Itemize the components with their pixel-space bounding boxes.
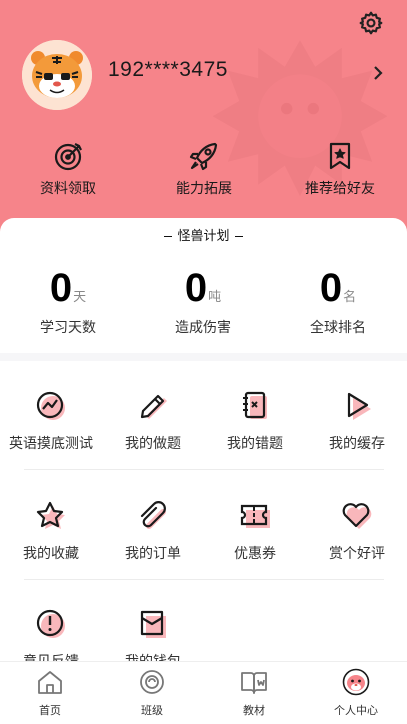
plan-stats-card: 怪兽计划 0天 学习天数 0吨 造成伤害 0名 全球排名: [0, 218, 407, 353]
menu-item-coupons[interactable]: 优惠券: [204, 499, 306, 579]
menu-item-label: 我的错题: [227, 436, 283, 452]
tab-class[interactable]: 班级: [112, 668, 192, 720]
stat-value: 0: [184, 266, 208, 310]
menu-item-label: 我的订单: [125, 546, 181, 562]
quick-action-ability[interactable]: 能力拓展: [144, 140, 264, 200]
pencil-icon: [140, 394, 167, 419]
bottom-tab-bar: 首页 班级 教材 个人中心: [0, 661, 407, 724]
wrong-notebook-icon: [243, 391, 267, 419]
target-icon: [54, 143, 82, 171]
star-icon: [36, 501, 65, 529]
alert-circle-icon: [36, 609, 65, 638]
tab-label: 教材: [243, 704, 265, 717]
menu-item-english-test[interactable]: 英语摸底测试: [0, 389, 102, 469]
quick-action-label: 能力拓展: [176, 181, 232, 197]
stat-value: 0: [319, 266, 343, 310]
menu-item-rate-us[interactable]: 赏个好评: [306, 499, 407, 579]
menu-item-label: 优惠券: [234, 546, 276, 562]
menu-divider: [24, 469, 384, 470]
menu-item-label: 我的做题: [125, 436, 181, 452]
tab-profile[interactable]: 个人中心: [316, 668, 396, 720]
heart-icon: [342, 503, 372, 529]
menu-divider: [24, 579, 384, 580]
home-icon: [38, 671, 62, 694]
stat-label: 学习天数: [40, 320, 96, 336]
stat-label: 全球排名: [310, 320, 366, 336]
stat-value: 0: [49, 266, 73, 310]
tiger-profile-icon: [342, 668, 370, 696]
menu-item-my-practice[interactable]: 我的做题: [102, 389, 204, 469]
menu-item-label: 我的收藏: [23, 546, 79, 562]
chevron-right-icon[interactable]: [370, 63, 386, 83]
tab-label: 班级: [141, 704, 163, 717]
stat-unit: 名: [343, 290, 357, 305]
menu-item-label: 赏个好评: [329, 546, 385, 562]
stat-unit: 吨: [208, 290, 222, 305]
menu-item-my-cache[interactable]: 我的缓存: [306, 389, 407, 469]
stat-damage: 0吨 造成伤害: [138, 266, 268, 337]
stat-label: 造成伤害: [175, 320, 231, 336]
menu-item-favorites[interactable]: 我的收藏: [0, 499, 102, 579]
play-icon: [347, 392, 371, 420]
tiger-avatar-icon: [22, 40, 92, 110]
tab-label: 首页: [39, 704, 61, 717]
tab-textbook[interactable]: 教材: [214, 668, 294, 720]
rocket-icon: [189, 142, 218, 171]
stat-global-rank: 0名 全球排名: [273, 266, 403, 337]
class-icon: [140, 670, 164, 694]
settings-gear-icon[interactable]: [358, 10, 384, 36]
trend-chart-icon: [36, 391, 65, 420]
plan-title-row: 怪兽计划: [0, 225, 407, 244]
quick-action-label: 推荐给好友: [305, 181, 375, 197]
menu-item-label: 我的缓存: [329, 436, 385, 452]
tab-label: 个人中心: [334, 704, 378, 717]
quick-action-label: 资料领取: [40, 181, 96, 197]
user-phone-number[interactable]: 192****3475: [108, 58, 228, 82]
book-icon: [241, 672, 267, 694]
avatar[interactable]: [22, 40, 92, 110]
wallet-icon: [140, 610, 166, 638]
bookmark-star-icon: [329, 142, 351, 170]
plan-title: 怪兽计划: [177, 229, 230, 244]
stat-study-days: 0天 学习天数: [3, 266, 133, 337]
stat-unit: 天: [73, 290, 87, 305]
menu-item-wrong-questions[interactable]: 我的错题: [204, 389, 306, 469]
feature-menu-grid: 英语摸底测试 我的做题 我的错题 我的缓存 我的收藏 我的订单 优惠券 赏个好评: [0, 361, 407, 670]
menu-item-label: 英语摸底测试: [9, 436, 93, 452]
menu-item-orders[interactable]: 我的订单: [102, 499, 204, 579]
quick-action-recommend[interactable]: 推荐给好友: [280, 140, 400, 200]
tab-home[interactable]: 首页: [10, 668, 90, 720]
paperclip-icon: [140, 501, 166, 529]
quick-action-materials[interactable]: 资料领取: [8, 140, 128, 200]
ticket-icon: [240, 504, 270, 528]
profile-header: 192****3475 资料领取 能力拓展 推荐给好友: [0, 0, 407, 250]
